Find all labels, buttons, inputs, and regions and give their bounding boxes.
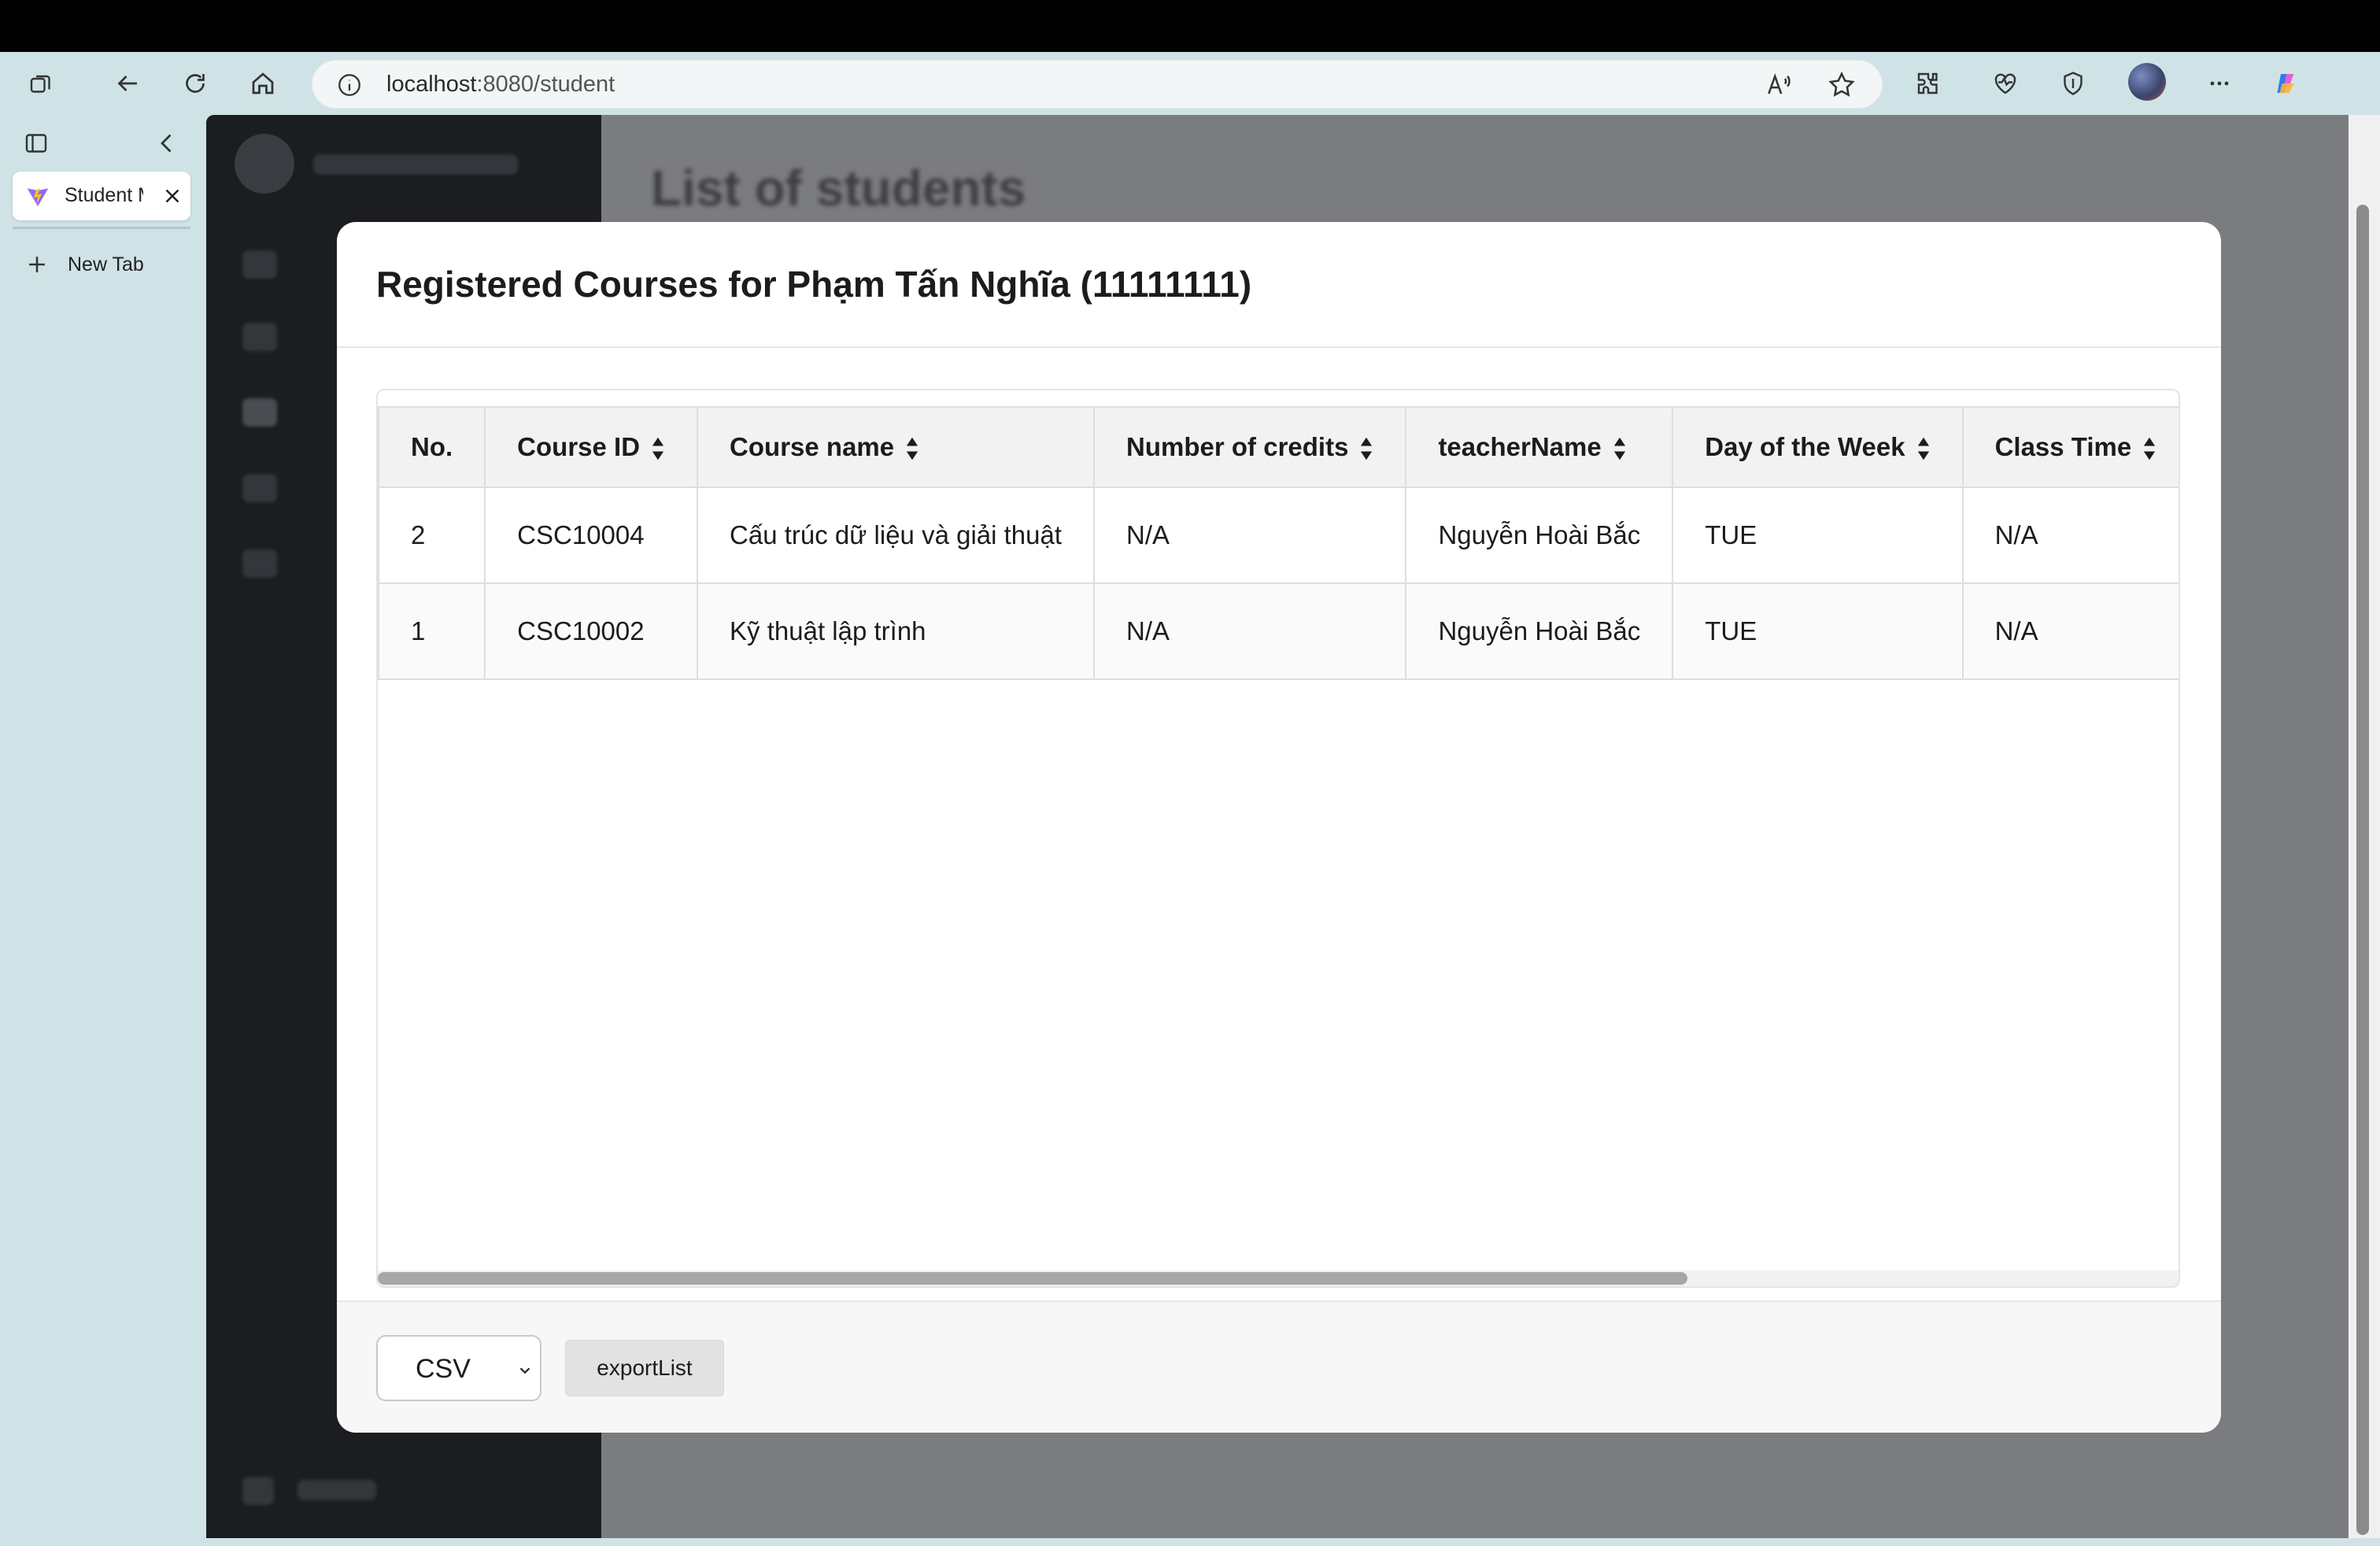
modal-title: Registered Courses for Phạm Tấn Nghĩa (1… [376, 264, 1252, 305]
cell-no: 1 [378, 583, 486, 680]
column-header-course-name[interactable]: Course name [697, 406, 1096, 488]
export-format-select[interactable]: CSV [376, 1335, 541, 1401]
copilot-icon[interactable] [2268, 66, 2303, 101]
menu-icon-4 [242, 474, 277, 502]
tab-student-management[interactable]: Student Management [13, 172, 190, 220]
sort-icon[interactable] [905, 436, 919, 461]
cell-class-time: N/A [1961, 486, 2179, 584]
cell-course-id: CSC10002 [484, 583, 699, 680]
cell-course-name: Kỹ thuật lập trình [697, 583, 1096, 680]
column-header-course-id[interactable]: Course ID [484, 406, 699, 488]
app-logo [235, 134, 294, 194]
modal-header: Registered Courses for Phạm Tấn Nghĩa (1… [337, 222, 2221, 348]
table-header-row: No. Course ID Course name Number of cred… [378, 406, 2179, 488]
profile-avatar[interactable] [2128, 63, 2166, 101]
column-header-class-time[interactable]: Class Time [1961, 406, 2179, 488]
tab-actions-icon[interactable] [22, 129, 50, 157]
extensions-icon[interactable] [1911, 66, 1946, 101]
site-info-icon[interactable] [336, 72, 363, 98]
cell-course-name: Cấu trúc dữ liệu và giải thuật [697, 486, 1096, 584]
home-icon[interactable] [246, 66, 280, 101]
cell-day: TUE [1672, 583, 1964, 680]
app-name-blurred [313, 154, 518, 175]
page-scrollbar-thumb[interactable] [2356, 205, 2369, 1535]
sort-icon[interactable] [1359, 436, 1373, 461]
system-top-bar [0, 0, 2380, 52]
address-bar[interactable]: localhost:8080/student [312, 60, 1883, 109]
vertical-tabs-panel: Student Management New Tab [0, 115, 206, 1546]
table-row[interactable]: 2 CSC10004 Cấu trúc dữ liệu và giải thuậ… [378, 486, 2179, 584]
tab-divider [13, 227, 190, 229]
cell-course-id: CSC10004 [484, 486, 699, 584]
chevron-down-icon [519, 1367, 530, 1374]
collapse-tabs-chevron-icon[interactable] [153, 129, 181, 157]
url-text[interactable]: localhost:8080/student [386, 72, 615, 98]
menu-icon-1 [242, 250, 277, 279]
close-tab-icon[interactable] [161, 184, 184, 208]
export-list-button[interactable]: exportList [565, 1340, 724, 1396]
cell-credits: N/A [1093, 486, 1407, 584]
browser-toolbar: localhost:8080/student [0, 52, 2380, 115]
cell-class-time: N/A [1961, 583, 2179, 680]
refresh-icon[interactable] [178, 66, 213, 101]
language-label-blurred [298, 1480, 376, 1500]
sort-icon[interactable] [2142, 436, 2156, 461]
sort-icon[interactable] [1613, 436, 1627, 461]
favorite-star-icon[interactable] [1827, 70, 1857, 100]
tab-label: Student Management [65, 184, 143, 206]
column-header-teacher[interactable]: teacherName [1405, 406, 1674, 488]
menu-icon-5 [242, 549, 277, 578]
vite-favicon-icon [27, 188, 49, 206]
language-icon [242, 1477, 274, 1505]
cell-credits: N/A [1093, 583, 1407, 680]
page-heading: List of students [651, 160, 1026, 216]
cell-teacher: Nguyễn Hoài Bắc [1405, 486, 1674, 584]
cell-teacher: Nguyễn Hoài Bắc [1405, 583, 1674, 680]
cell-day: TUE [1672, 486, 1964, 584]
sort-icon[interactable] [1916, 436, 1931, 461]
more-options-icon[interactable] [2202, 66, 2237, 101]
browser-essentials-icon[interactable] [1988, 66, 2023, 101]
cell-no: 2 [378, 486, 486, 584]
export-format-value: CSV [416, 1354, 471, 1384]
column-header-no[interactable]: No. [378, 406, 486, 488]
table-row[interactable]: 1 CSC10002 Kỹ thuật lập trình N/A Nguyễn… [378, 583, 2179, 680]
menu-icon-2 [242, 323, 277, 351]
courses-table: No. Course ID Course name Number of cred… [378, 406, 2179, 680]
modal-footer: CSV exportList [337, 1300, 2221, 1433]
new-tab-label: New Tab [68, 253, 144, 276]
read-aloud-icon[interactable] [1764, 70, 1794, 100]
workspaces-icon[interactable] [24, 66, 58, 101]
courses-table-container: No. Course ID Course name Number of cred… [376, 389, 2180, 1288]
new-tab-button[interactable]: New Tab [24, 249, 144, 280]
shield-icon[interactable] [2056, 66, 2090, 101]
table-horizontal-scrollbar-thumb[interactable] [378, 1272, 1687, 1285]
menu-icon-3 [242, 398, 277, 427]
plus-icon [29, 257, 45, 272]
column-header-credits[interactable]: Number of credits [1093, 406, 1407, 488]
registered-courses-modal: Registered Courses for Phạm Tấn Nghĩa (1… [337, 222, 2221, 1433]
column-header-day[interactable]: Day of the Week [1672, 406, 1964, 488]
back-arrow-icon[interactable] [110, 66, 145, 101]
sort-icon[interactable] [651, 436, 665, 461]
